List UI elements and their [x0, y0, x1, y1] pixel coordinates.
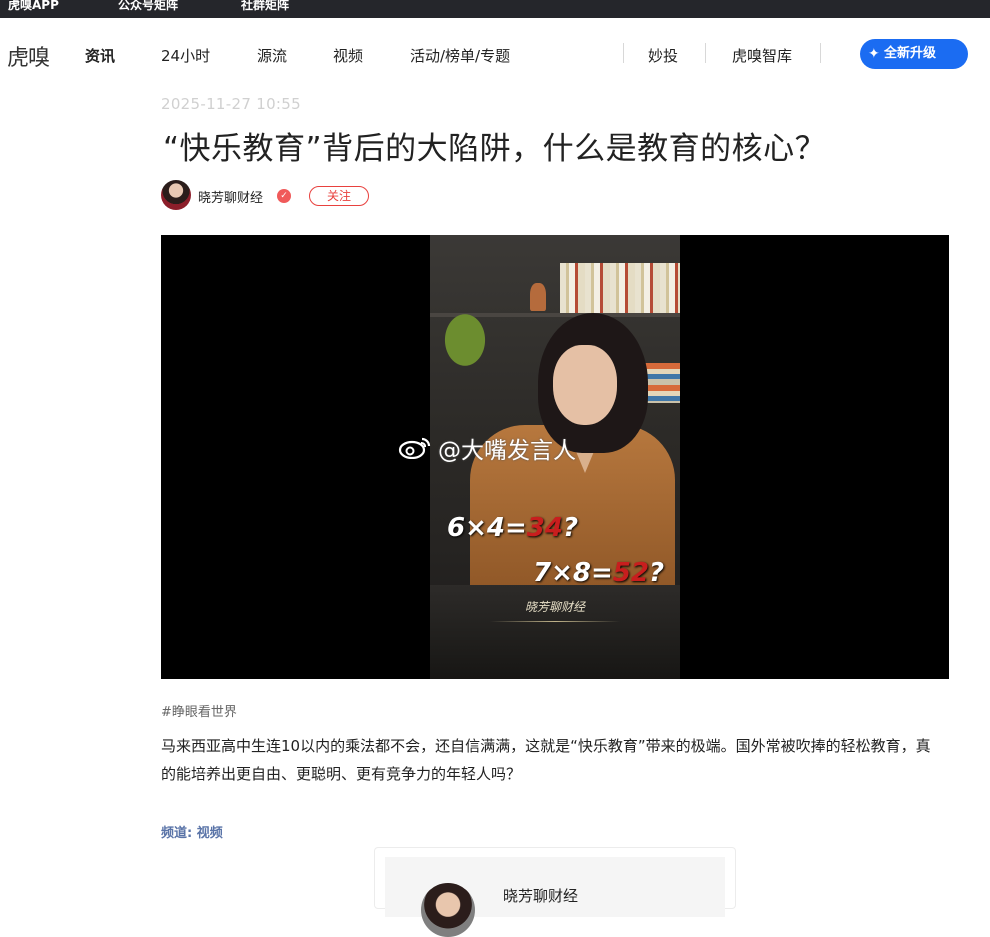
- nav-item-origins[interactable]: 源流: [257, 45, 287, 66]
- equation-1-suffix: ?: [562, 513, 579, 543]
- upgrade-button[interactable]: ✦ 全新升级: [860, 39, 968, 69]
- topbar-link-official-accounts[interactable]: 公众号矩阵: [118, 0, 178, 13]
- article-description: 马来西亚高中生连10以内的乘法都不会，还自信满满，这就是“快乐教育”带来的极端。…: [161, 737, 931, 783]
- equation-2-suffix: ?: [648, 558, 665, 588]
- author-name[interactable]: 晓芳聊财经: [198, 187, 263, 206]
- decor-plant: [430, 295, 500, 385]
- nav-item-news[interactable]: 资讯: [85, 45, 115, 66]
- article-title: “快乐教育”背后的大陷阱，什么是教育的核心？: [163, 131, 827, 167]
- equation-overlay-1: 6×4=34?: [447, 513, 578, 543]
- nav-divider: [820, 43, 821, 63]
- sparkle-icon: ✦: [868, 46, 880, 62]
- video-brand-mark: 晓芳聊财经: [525, 600, 586, 614]
- topic-hashtag[interactable]: #睁眼看世界: [161, 701, 237, 720]
- nav-item-events[interactable]: 活动/榜单/专题: [410, 45, 510, 66]
- nav-item-think-tank[interactable]: 虎嗅智库: [732, 45, 792, 66]
- follow-button[interactable]: 关注: [309, 186, 369, 206]
- upgrade-label: 全新升级: [884, 46, 937, 61]
- equation-overlay-2: 7×8=52?: [533, 558, 664, 588]
- video-player[interactable]: 6×4=34? 7×8=52? 晓芳聊财经 @大嘴发言人: [161, 235, 949, 679]
- author-card-avatar[interactable]: [421, 883, 475, 937]
- site-logo[interactable]: 虎嗅: [7, 40, 50, 72]
- watermark-text: @大嘴发言人: [438, 438, 576, 464]
- nav-divider: [705, 43, 706, 63]
- author-avatar[interactable]: [161, 180, 191, 210]
- equation-1-answer: 34: [526, 513, 563, 543]
- nav-item-24h[interactable]: 24小时: [161, 45, 210, 66]
- bookshelf-books: [560, 263, 680, 313]
- topbar-link-app[interactable]: 虎嗅APP: [8, 0, 59, 13]
- verified-icon: ✓: [277, 189, 291, 203]
- equation-2-answer: 52: [612, 558, 649, 588]
- nav-item-miaotou[interactable]: 妙投: [648, 45, 678, 66]
- publish-date: 2025-11-27 10:55: [161, 95, 301, 113]
- nav-item-video[interactable]: 视频: [333, 45, 363, 66]
- author-card[interactable]: 晓芳聊财经: [374, 847, 736, 937]
- equation-1-prefix: 6×4=: [447, 513, 527, 543]
- decor-lamp: [530, 283, 546, 311]
- main-nav: 虎嗅 资讯 24小时 源流 视频 活动/榜单/专题 妙投 虎嗅智库 ✦ 全新升级: [0, 18, 990, 90]
- author-card-body: 晓芳聊财经: [385, 857, 725, 937]
- presenter-face: [553, 345, 617, 425]
- top-strip: 虎嗅APP 公众号矩阵 社群矩阵: [0, 0, 990, 18]
- nav-divider: [623, 43, 624, 63]
- topbar-link-community[interactable]: 社群矩阵: [241, 0, 289, 13]
- weibo-icon: [398, 437, 431, 459]
- equation-2-prefix: 7×8=: [533, 558, 613, 588]
- author-card-name[interactable]: 晓芳聊财经: [503, 885, 578, 906]
- channel-label[interactable]: 频道: 视频: [161, 822, 223, 841]
- brand-underline: [490, 621, 620, 622]
